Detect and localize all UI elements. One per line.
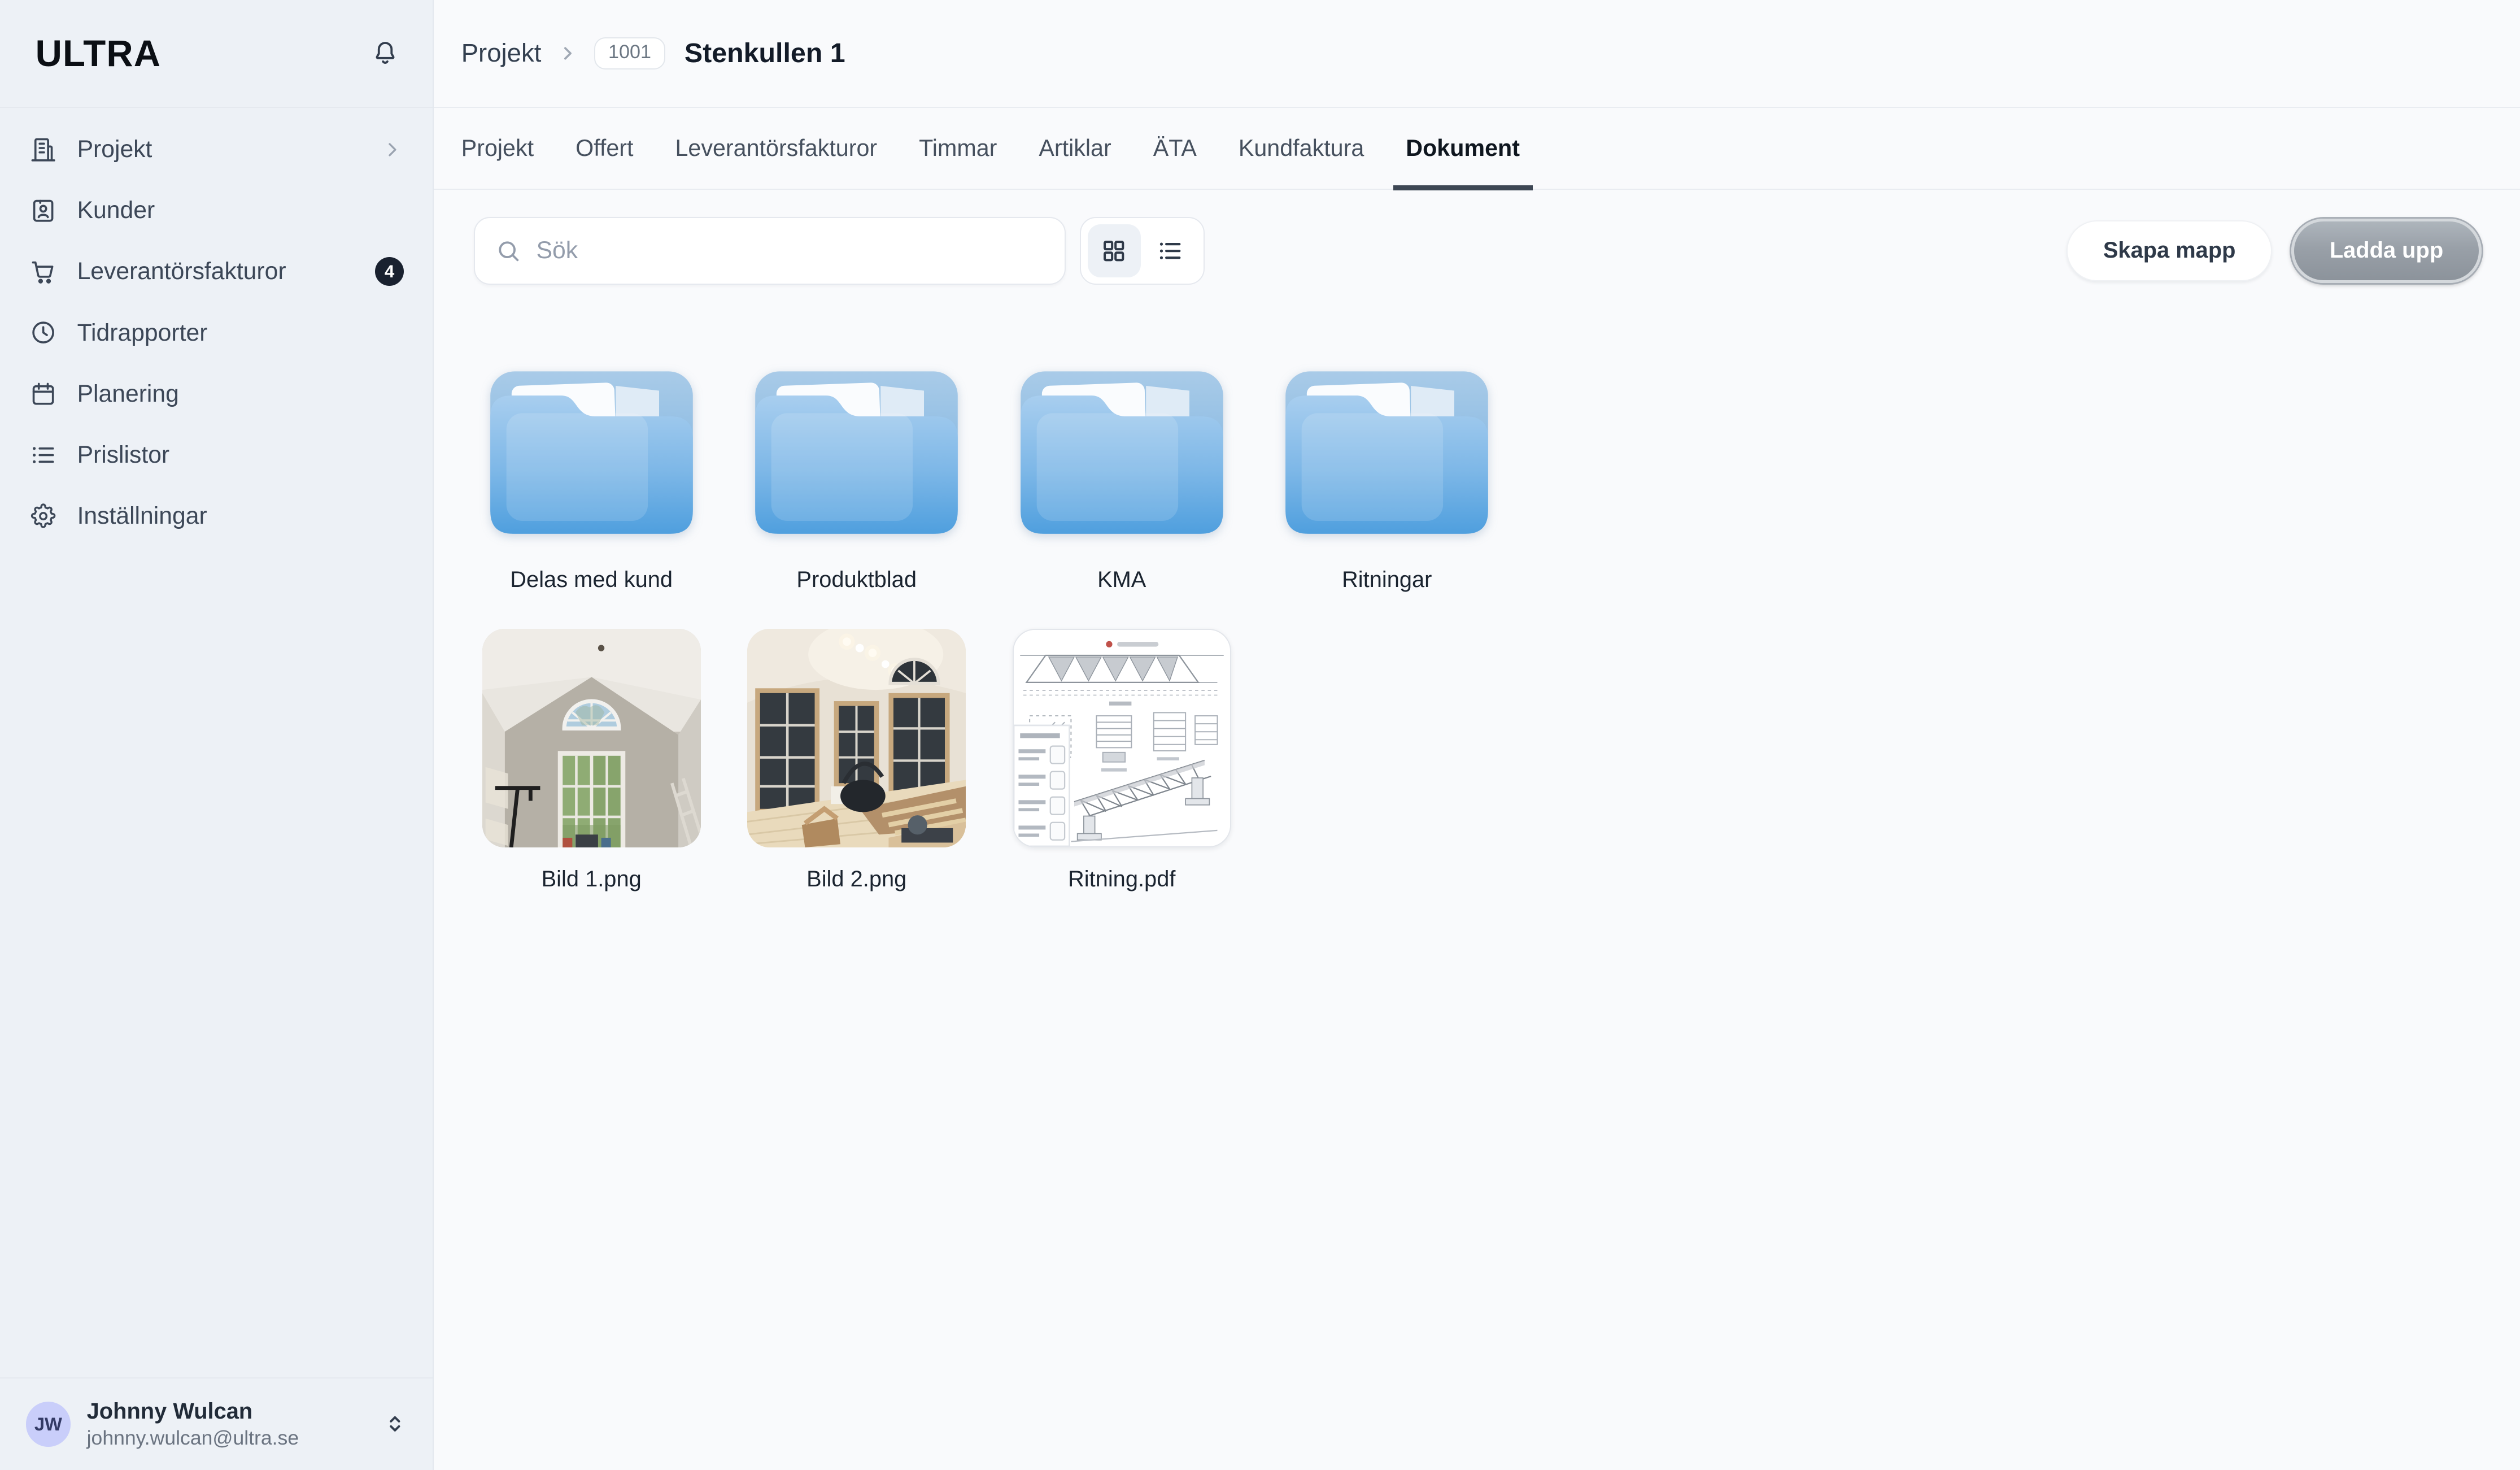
gear-icon [29,502,58,530]
folder-icon [1278,365,1496,548]
pdf-thumbnail [1013,629,1231,847]
folder-icon [747,365,966,548]
app-window: ULTRA Projekt [0,0,2520,1470]
bell-icon [370,38,400,68]
search-icon [495,237,522,264]
sidebar-item-label: Planering [77,380,404,408]
documents-toolbar: Skapa mapp Ladda upp [434,190,2520,285]
user-name: Johnny Wulcan [87,1398,367,1426]
tab-offert[interactable]: Offert [575,108,633,189]
folder-icon [482,365,701,548]
main-area: Projekt 1001 Stenkullen 1 Projekt Offert… [434,0,2520,1470]
folder-name: KMA [1097,567,1146,593]
sidebar-item-tidrapporter[interactable]: Tidrapporter [13,302,420,363]
upload-button[interactable]: Ladda upp [2291,219,2482,283]
notifications-button[interactable] [370,38,400,68]
sidebar-item-kunder[interactable]: Kunder [13,180,420,241]
sidebar-item-label: Kunder [77,197,404,224]
user-email: johnny.wulcan@ultra.se [87,1425,367,1450]
tab-artiklar[interactable]: Artiklar [1039,108,1111,189]
project-number-badge: 1001 [594,37,665,69]
sidebar-item-leverantorsfakturor[interactable]: Leverantörsfakturor 4 [13,241,420,302]
search-box [474,217,1065,285]
tab-ata[interactable]: ÄTA [1153,108,1197,189]
sidebar-nav: Projekt Kunder [0,108,433,558]
folder-ritningar[interactable]: Ritningar [1278,365,1496,593]
folder-delas-med-kund[interactable]: Delas med kund [482,365,701,593]
sidebar-item-installningar[interactable]: Inställningar [13,485,420,546]
user-menu[interactable]: JW Johnny Wulcan johnny.wulcan@ultra.se [0,1377,433,1470]
contact-card-icon [29,196,58,225]
folder-name: Produktblad [796,567,917,593]
list-view-icon [1157,237,1184,264]
file-name: Bild 1.png [542,867,642,893]
search-input[interactable] [537,237,1045,264]
sidebar-item-label: Projekt [77,136,363,163]
clock-icon [29,318,58,347]
file-bild-2[interactable]: Bild 2.png [747,629,966,893]
chevron-up-down-icon [383,1412,407,1436]
building-icon [29,135,58,164]
grid-view-button[interactable] [1088,224,1141,277]
sidebar-item-label: Tidrapporter [77,319,404,347]
create-folder-button[interactable]: Skapa mapp [2066,220,2272,281]
sidebar-item-label: Prislistor [77,441,404,469]
file-ritning-pdf[interactable]: Ritning.pdf [1013,629,1231,893]
folder-kma[interactable]: KMA [1013,365,1231,593]
breadcrumb-projekt-link[interactable]: Projekt [461,38,542,68]
user-info: Johnny Wulcan johnny.wulcan@ultra.se [87,1398,367,1451]
app-logo: ULTRA [36,32,162,75]
folders-row: Delas med kund Produktblad KMA [482,365,2482,593]
file-bild-1[interactable]: Bild 1.png [482,629,701,893]
tab-timmar[interactable]: Timmar [919,108,997,189]
tab-projekt[interactable]: Projekt [461,108,534,189]
file-name: Bild 2.png [806,867,906,893]
view-mode-toggle [1080,217,1204,285]
sidebar-item-prislistor[interactable]: Prislistor [13,424,420,485]
grid-view-icon [1100,237,1127,264]
file-name: Ritning.pdf [1068,867,1175,893]
sidebar-item-label: Inställningar [77,502,404,530]
unread-count-badge: 4 [375,257,404,286]
chevron-right-icon [381,138,404,161]
photo-thumbnail [747,629,966,847]
tab-dokument[interactable]: Dokument [1406,108,1520,189]
tab-leverantorsfakturor[interactable]: Leverantörsfakturor [675,108,877,189]
photo-thumbnail [482,629,701,847]
list-icon [29,441,58,469]
list-view-button[interactable] [1144,224,1197,277]
sidebar-item-projekt[interactable]: Projekt [13,119,420,180]
folder-name: Ritningar [1342,567,1432,593]
chevron-right-icon [557,43,578,64]
sidebar-item-planering[interactable]: Planering [13,363,420,424]
breadcrumb: Projekt 1001 Stenkullen 1 [434,0,2520,108]
documents-grid: Delas med kund Produktblad KMA [434,285,2520,893]
cart-icon [29,257,58,286]
page-title: Stenkullen 1 [685,37,845,69]
sidebar: ULTRA Projekt [0,0,434,1470]
folder-produktblad[interactable]: Produktblad [747,365,966,593]
sidebar-item-label: Leverantörsfakturor [77,258,356,285]
sidebar-header: ULTRA [0,0,433,108]
tab-kundfaktura[interactable]: Kundfaktura [1239,108,1364,189]
folder-icon [1013,365,1231,548]
project-tabs: Projekt Offert Leverantörsfakturor Timma… [434,108,2520,190]
files-row: Bild 1.png [482,629,2482,893]
calendar-icon [29,380,58,408]
folder-name: Delas med kund [510,567,673,593]
avatar: JW [26,1402,71,1447]
